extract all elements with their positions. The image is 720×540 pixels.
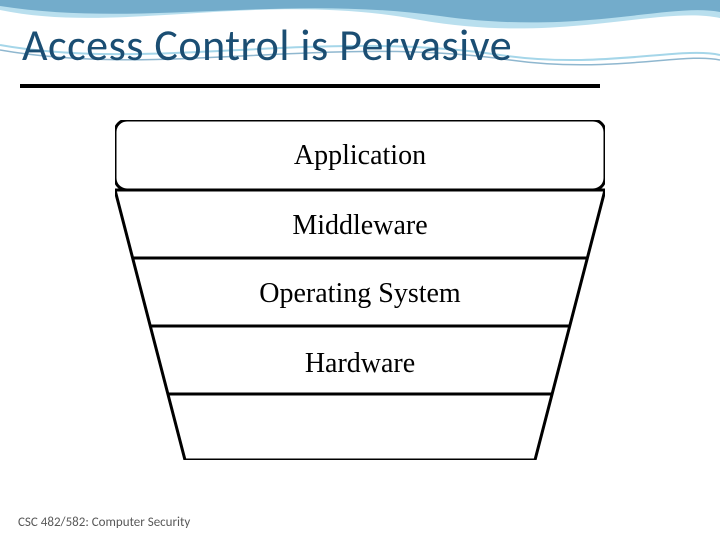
slide-title: Access Control is Pervasive (22, 18, 512, 72)
title-underline (20, 84, 600, 88)
layer-middleware: Middleware (115, 210, 605, 242)
layer-application: Application (115, 140, 605, 172)
funnel-diagram: Application Middleware Operating System … (115, 120, 605, 460)
footer-course-label: CSC 482/582: Computer Security (18, 515, 190, 530)
layer-hardware: Hardware (115, 348, 605, 380)
layer-operating-system: Operating System (115, 278, 605, 310)
